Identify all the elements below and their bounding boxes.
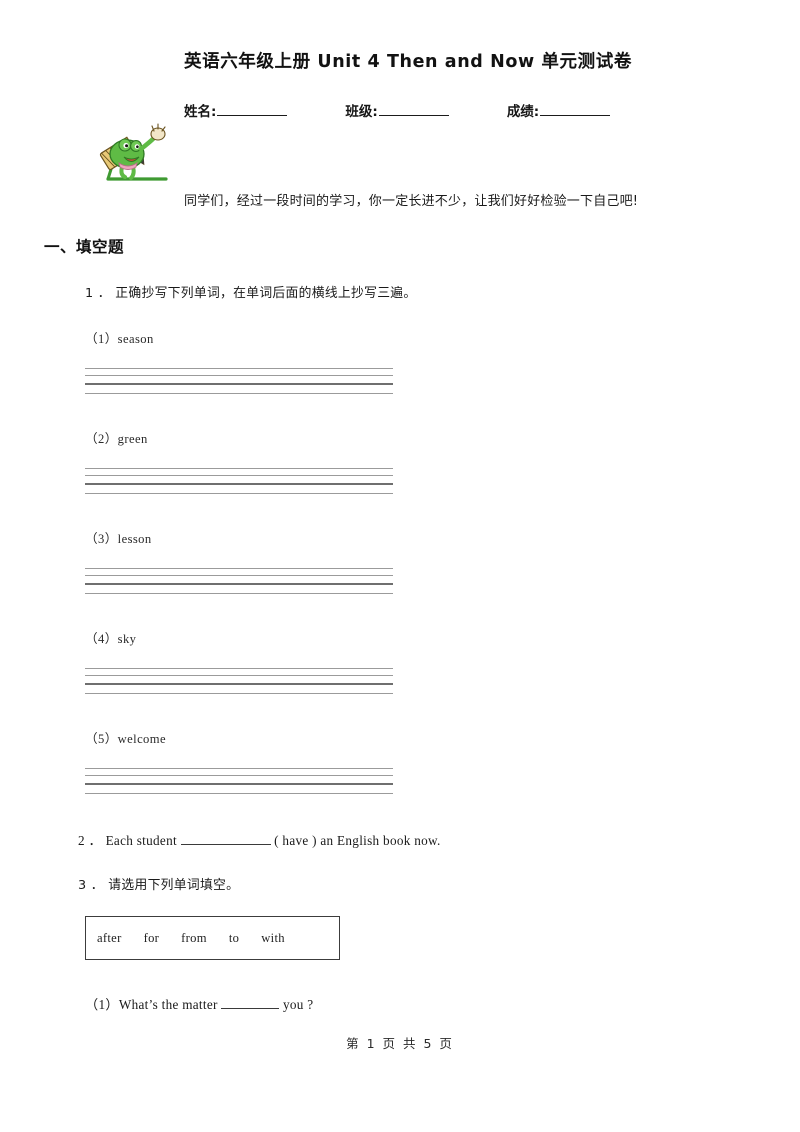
rule-line-bottom [85, 693, 393, 694]
rule-line-top [85, 668, 393, 669]
section-heading-fill-in-blanks: 一、填空题 [44, 238, 125, 256]
rule-line-top [85, 368, 393, 369]
question-1-item-5-word: （5）welcome [85, 732, 166, 746]
rule-line-bottom [85, 793, 393, 794]
word-bank-item: to [228, 930, 240, 945]
rule-line-bottom [85, 593, 393, 594]
score-field-group: 成绩: [506, 100, 611, 120]
question-1-item-4-word: （4）sky [85, 632, 137, 646]
exam-page: 英语六年级上册 Unit 4 Then and Now 单元测试卷 姓名: 班级… [0, 0, 800, 1132]
rule-line-upper-mid [85, 475, 393, 476]
rule-line-upper-mid [85, 675, 393, 676]
rule-line-baseline [85, 783, 393, 785]
question-1-item-1-word: （1）season [85, 332, 154, 346]
word-bank-item: from [181, 930, 207, 945]
score-input-blank[interactable] [540, 102, 611, 116]
question-3-item-1-answer-blank[interactable] [221, 997, 280, 1009]
question-2-text-after: ( have ) an English book now. [274, 833, 441, 848]
student-info-row: 姓名: 班级: 成绩: [184, 100, 704, 120]
rule-line-top [85, 568, 393, 569]
cartoon-pencil-frog-mascot-icon [78, 122, 174, 184]
page-title: 英语六年级上册 Unit 4 Then and Now 单元测试卷 [184, 52, 632, 72]
class-label: 班级: [345, 104, 378, 120]
question-3-item-1-text-before: （1）What’s the matter [85, 997, 218, 1012]
rule-line-baseline [85, 583, 393, 585]
word-bank-item: after [97, 930, 122, 945]
word-bank-item: with [261, 930, 285, 945]
question-3-item-1-text-after: you ? [282, 997, 314, 1012]
rule-line-top [85, 468, 393, 469]
class-input-blank[interactable] [378, 102, 449, 116]
word-bank-box: after for from to with [85, 916, 340, 960]
rule-line-upper-mid [85, 375, 393, 376]
writing-rules-2[interactable] [85, 468, 393, 500]
question-2-text-before: 2 ． Each student [78, 833, 177, 848]
question-1-item-2-word: （2）green [85, 432, 148, 446]
score-label: 成绩: [506, 104, 540, 120]
question-1-prompt: 1 ． 正确抄写下列单词，在单词后面的横线上抄写三遍。 [85, 286, 417, 301]
question-3-item-1: （1）What’s the matter you ? [85, 994, 313, 1013]
question-2-answer-blank[interactable] [180, 833, 271, 845]
rule-line-upper-mid [85, 575, 393, 576]
question-2-prompt: 2 ． Each student ( have ) an English boo… [78, 830, 441, 849]
class-field-group: 班级: [345, 100, 449, 120]
name-input-blank[interactable] [217, 102, 288, 116]
writing-rules-4[interactable] [85, 668, 393, 700]
question-1-item-3-word: （3）lesson [85, 532, 152, 546]
greeting-text: 同学们，经过一段时间的学习，你一定长进不少，让我们好好检验一下自己吧! [184, 194, 639, 209]
rule-line-baseline [85, 383, 393, 385]
question-3-prompt: 3 ． 请选用下列单词填空。 [78, 878, 240, 893]
writing-rules-5[interactable] [85, 768, 393, 800]
word-bank-item: for [143, 930, 160, 945]
rule-line-baseline [85, 683, 393, 685]
rule-line-top [85, 768, 393, 769]
rule-line-baseline [85, 483, 393, 485]
writing-rules-1[interactable] [85, 368, 393, 400]
rule-line-bottom [85, 493, 393, 494]
name-field-group: 姓名: [184, 100, 288, 120]
name-label: 姓名: [184, 104, 217, 120]
rule-line-bottom [85, 393, 393, 394]
writing-rules-3[interactable] [85, 568, 393, 600]
rule-line-upper-mid [85, 775, 393, 776]
page-footer: 第 1 页 共 5 页 [346, 1036, 454, 1051]
